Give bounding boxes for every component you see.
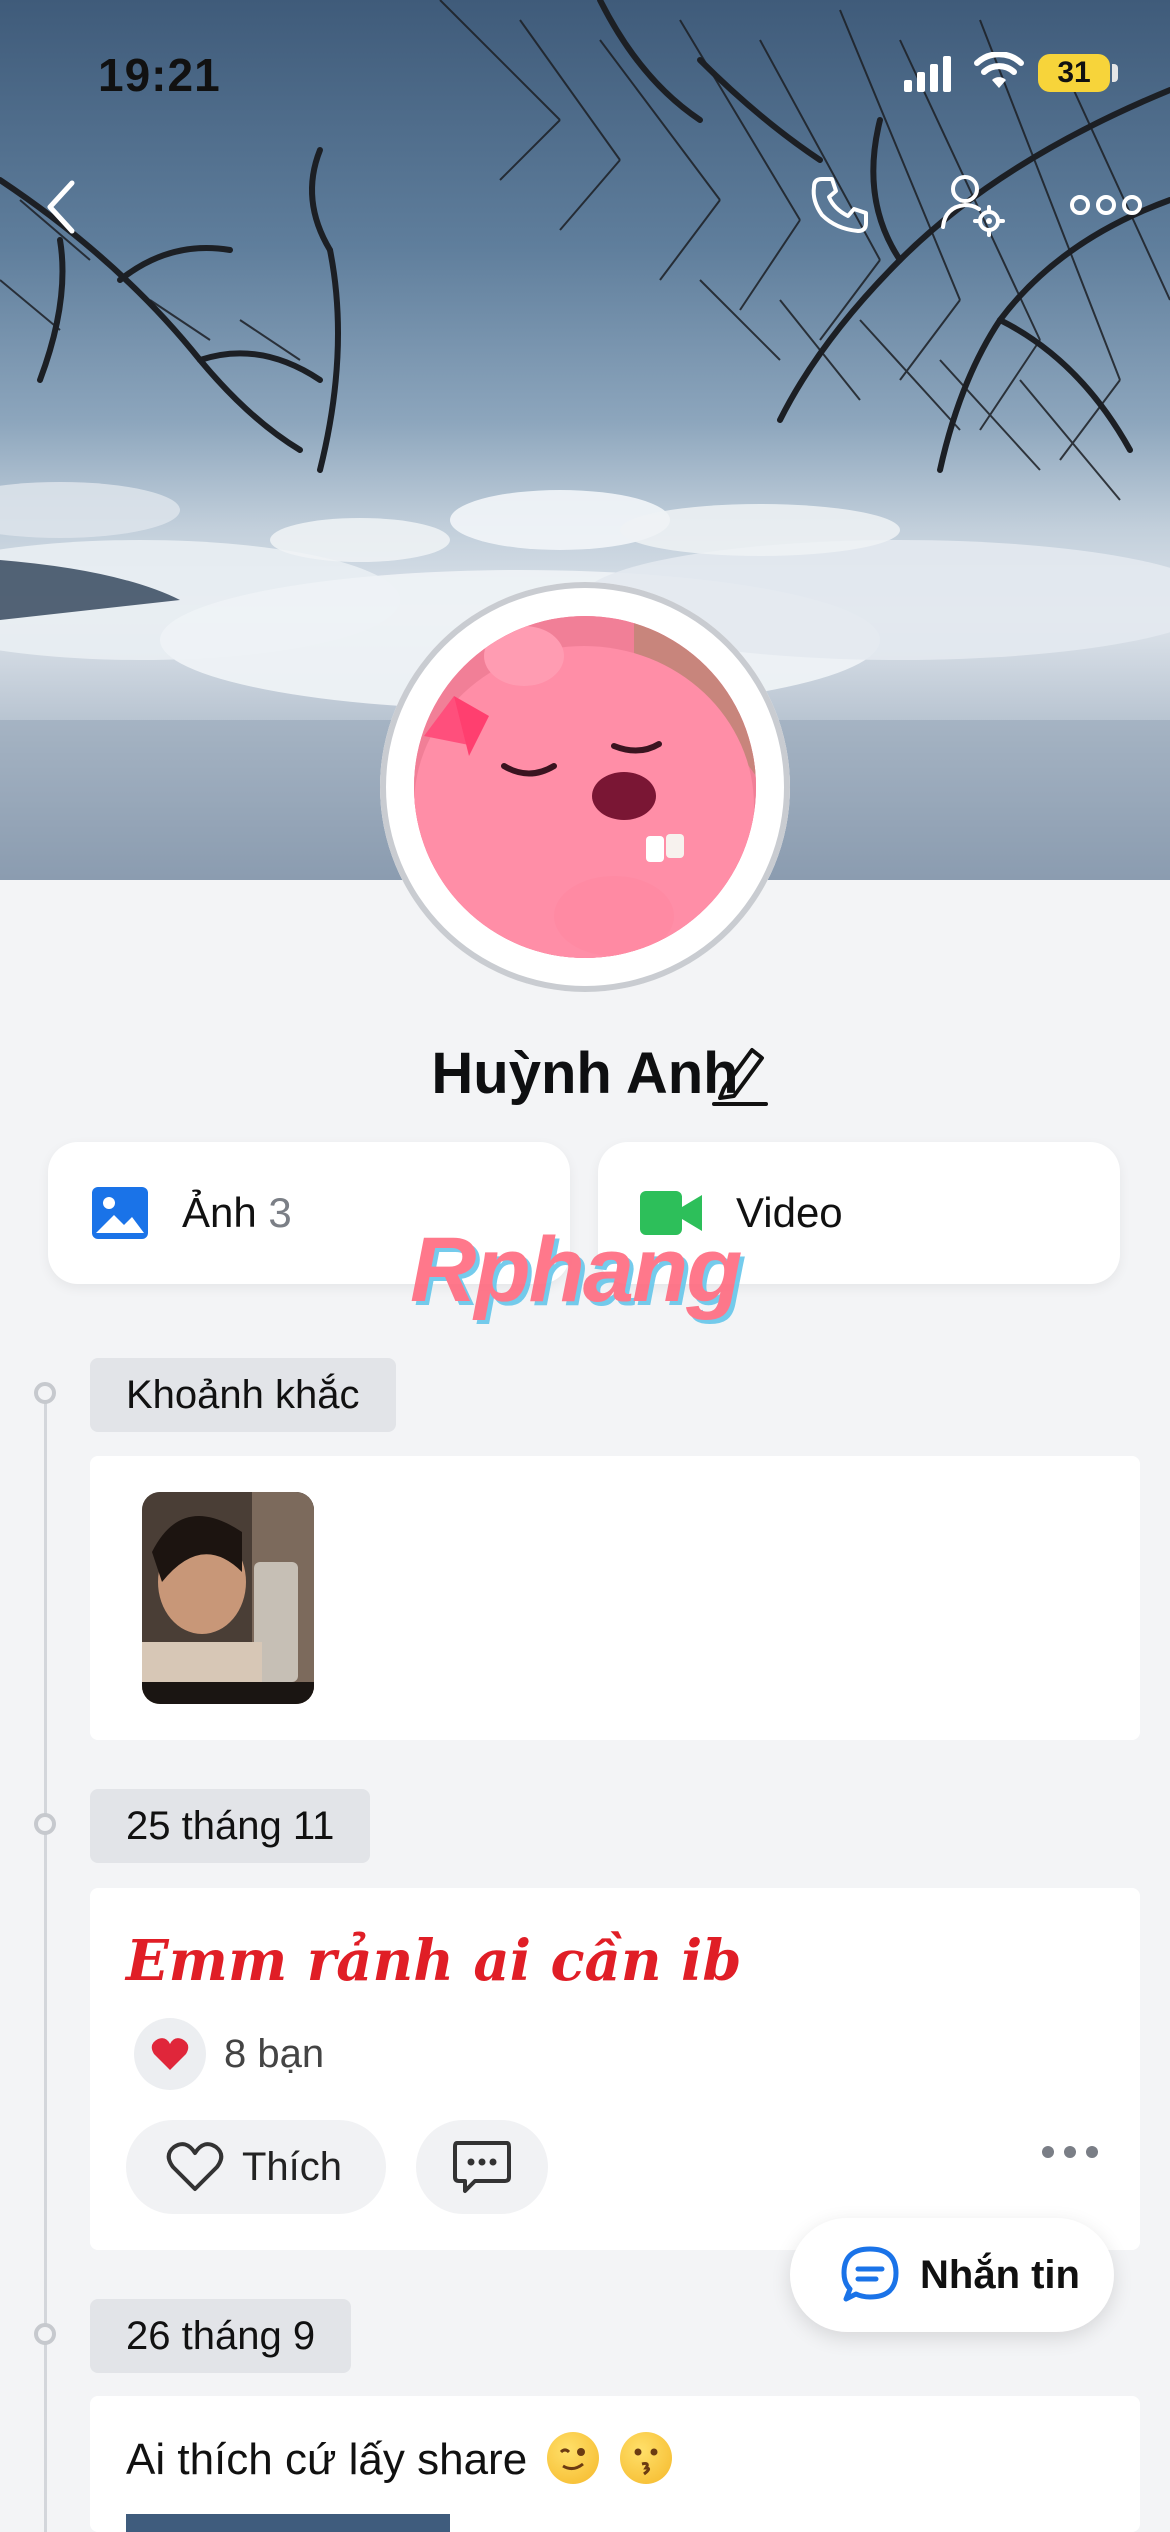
post-card: Emm rảnh ai cần ib 8 bạn Thích bbox=[90, 1888, 1140, 2250]
back-button[interactable] bbox=[30, 172, 90, 242]
image-icon bbox=[92, 1187, 148, 1239]
timeline-dot bbox=[34, 1382, 56, 1404]
chat-icon bbox=[841, 2246, 899, 2302]
more-horizontal-icon bbox=[1070, 195, 1142, 215]
message-button[interactable]: Nhắn tin bbox=[790, 2218, 1114, 2332]
post-text: Emm rảnh ai cần ib bbox=[126, 1928, 742, 1994]
message-label: Nhắn tin bbox=[920, 2252, 1080, 2297]
photos-label: Ảnh 3 bbox=[182, 1189, 292, 1236]
status-time: 19:21 bbox=[98, 49, 221, 101]
user-settings-icon bbox=[941, 175, 1005, 237]
reaction-count[interactable]: 8 bạn bbox=[224, 2032, 324, 2077]
battery-tip bbox=[1112, 64, 1118, 82]
timeline-dot bbox=[34, 1813, 56, 1835]
post-date-chip: 25 tháng 11 bbox=[90, 1789, 371, 1863]
timeline-line bbox=[44, 1393, 47, 2532]
kiss-emoji-icon bbox=[619, 2432, 672, 2484]
watermark: Rphang bbox=[410, 1219, 742, 1321]
timeline-dot bbox=[34, 2323, 56, 2345]
heart-icon bbox=[151, 2038, 189, 2070]
comment-icon bbox=[453, 2141, 511, 2193]
status-bar: 19:21 31 bbox=[0, 0, 1170, 150]
post-more-button[interactable] bbox=[1042, 2146, 1098, 2158]
post-card: Ai thích cứ lấy share bbox=[90, 2396, 1140, 2532]
edit-name-button[interactable] bbox=[712, 1042, 768, 1111]
like-label: Thích bbox=[242, 2144, 343, 2189]
profile-settings-button[interactable] bbox=[934, 168, 1014, 244]
moment-thumbnail[interactable] bbox=[142, 1492, 314, 1704]
chevron-left-icon bbox=[47, 180, 75, 234]
post-text: Ai thích cứ lấy share bbox=[126, 2432, 672, 2485]
photos-count: 3 bbox=[268, 1189, 292, 1236]
call-button[interactable] bbox=[800, 170, 880, 240]
signal-icon bbox=[904, 56, 951, 92]
like-button[interactable]: Thích bbox=[126, 2120, 386, 2214]
comment-button[interactable] bbox=[416, 2120, 548, 2214]
reaction-heart[interactable] bbox=[134, 2018, 206, 2090]
phone-icon bbox=[811, 177, 868, 233]
avatar[interactable] bbox=[414, 616, 756, 958]
wifi-icon bbox=[974, 52, 1024, 88]
wink-emoji-icon bbox=[547, 2432, 600, 2484]
moments-card bbox=[90, 1456, 1140, 1740]
moments-chip: Khoảnh khắc bbox=[90, 1358, 396, 1432]
more-options-button[interactable] bbox=[1066, 180, 1146, 230]
video-label: Video bbox=[736, 1189, 843, 1236]
shared-image-thumbnail[interactable] bbox=[126, 2514, 450, 2532]
post-date-chip: 26 tháng 9 bbox=[90, 2299, 352, 2373]
heart-outline-icon bbox=[166, 2142, 224, 2191]
battery-indicator: 31 bbox=[1038, 54, 1110, 92]
profile-name: Huỳnh Anh bbox=[431, 1041, 739, 1106]
pencil-icon bbox=[712, 1048, 768, 1106]
